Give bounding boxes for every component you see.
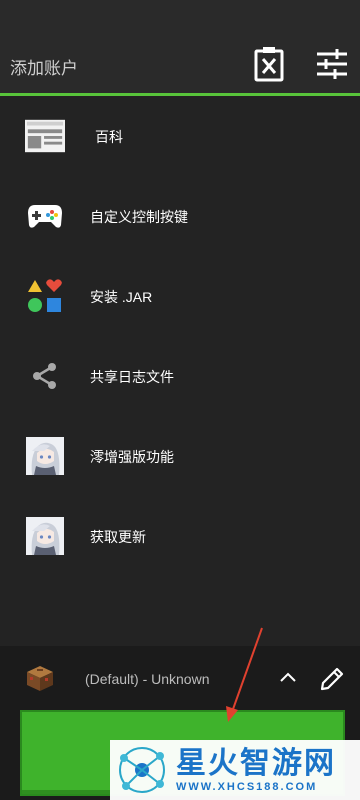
menu-item-wiki[interactable]: 百科 <box>0 96 360 176</box>
menu-item-custom-controls[interactable]: 自定义控制按键 <box>0 176 360 256</box>
menu-label-share-log: 共享日志文件 <box>90 369 174 385</box>
app-header: 添加账户 <box>0 0 360 96</box>
menu-label-enhanced-features: 澪增强版功能 <box>90 449 174 465</box>
profile-name: (Default) - Unknown <box>85 671 210 687</box>
menu-label-get-updates: 获取更新 <box>90 529 146 545</box>
profile-selector[interactable]: (Default) - Unknown <box>0 646 360 710</box>
add-account-title[interactable]: 添加账户 <box>10 54 78 79</box>
settings-sliders-button[interactable] <box>313 45 351 83</box>
watermark-title: 星火智游网 <box>176 746 336 781</box>
crafting-table-icon <box>26 664 54 692</box>
anime-avatar-icon <box>25 436 65 476</box>
watermark-url: WWW.XHCS188.COM <box>176 781 318 793</box>
menu-item-install-jar[interactable]: 安装 .JAR <box>0 256 360 336</box>
gamepad-icon <box>25 196 65 236</box>
sliders-icon <box>317 49 347 79</box>
edit-profile-icon[interactable] <box>318 665 346 693</box>
clipboard-delete-icon <box>254 47 284 82</box>
menu-label-wiki: 百科 <box>95 129 123 145</box>
menu-label-install-jar: 安装 .JAR <box>90 289 153 305</box>
shapes-icon <box>25 276 65 316</box>
watermark-logo: 星火智游网 WWW.XHCS188.COM <box>110 740 360 800</box>
delete-account-button[interactable] <box>250 45 288 83</box>
network-logo-icon <box>119 747 165 793</box>
menu-label-custom-controls: 自定义控制按键 <box>90 209 188 225</box>
menu-item-get-updates[interactable]: 获取更新 <box>0 496 360 576</box>
wiki-icon <box>25 116 65 156</box>
side-menu: 百科 自定义控制按键 安装 .JAR 共享日志文件 澪增强版功能 获取更新 <box>0 96 360 646</box>
share-icon <box>25 356 65 396</box>
chevron-up-icon[interactable] <box>276 666 300 690</box>
menu-item-enhanced-features[interactable]: 澪增强版功能 <box>0 416 360 496</box>
anime-avatar-icon <box>25 516 65 556</box>
menu-item-share-log[interactable]: 共享日志文件 <box>0 336 360 416</box>
